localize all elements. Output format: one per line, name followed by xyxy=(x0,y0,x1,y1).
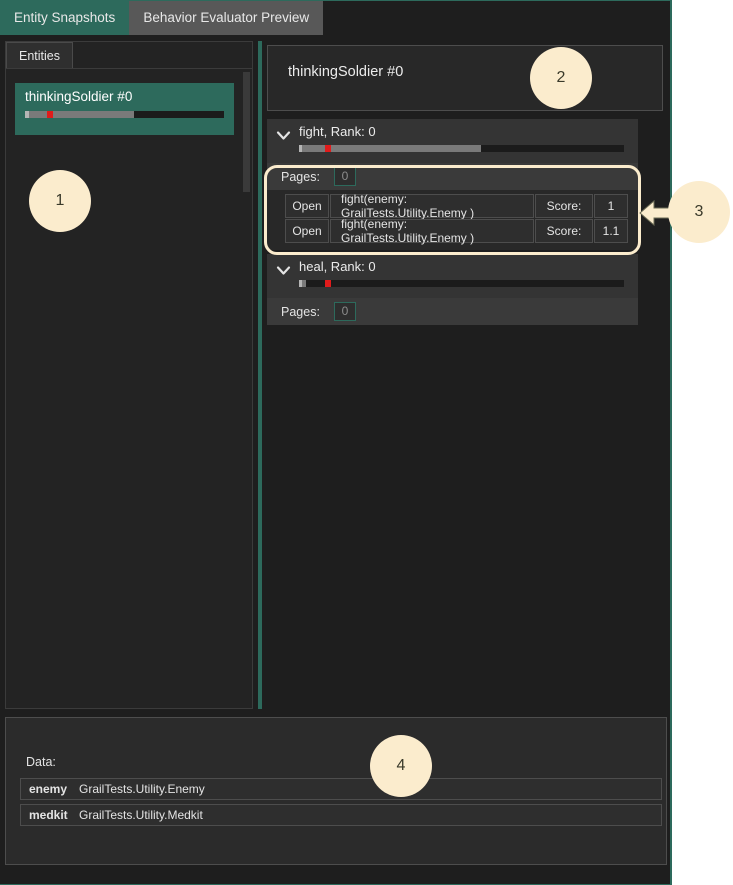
callout-badge-2: 2 xyxy=(530,47,592,109)
timeline-fill xyxy=(302,280,306,287)
table-row: Open fight(enemy: GrailTests.Utility.Ene… xyxy=(285,192,628,220)
behavior-section-fight-title: fight, Rank: 0 xyxy=(299,124,376,139)
entities-pane: Entities thinkingSoldier #0 xyxy=(5,41,253,709)
entities-scrollbar[interactable] xyxy=(242,70,251,708)
entity-detail-pane: thinkingSoldier #0 fight, Rank: 0 Pages:… xyxy=(258,41,667,709)
entity-list-item-thinkingsoldier-0[interactable]: thinkingSoldier #0 xyxy=(15,83,234,135)
pages-input[interactable]: 0 xyxy=(333,302,356,321)
data-value: GrailTests.Utility.Medkit xyxy=(79,808,203,822)
score-value: 1 xyxy=(594,194,628,218)
page-title: thinkingSoldier #0 xyxy=(288,64,404,80)
callout-badge-4: 4 xyxy=(370,735,432,797)
tab-entity-snapshots[interactable]: Entity Snapshots xyxy=(0,1,130,35)
behavior-section-fight-header[interactable]: fight, Rank: 0 xyxy=(267,119,638,163)
callout-badge-2-label: 2 xyxy=(556,69,566,86)
behavior-debugger-window: Entity Snapshots Behavior Evaluator Prev… xyxy=(0,0,672,885)
chevron-down-icon[interactable] xyxy=(275,127,292,144)
timeline-fill xyxy=(28,111,135,118)
score-label: Score: xyxy=(535,219,593,243)
behavior-section-heal-title: heal, Rank: 0 xyxy=(299,259,376,274)
score-label: Score: xyxy=(535,194,593,218)
entity-list-item-label: thinkingSoldier #0 xyxy=(25,89,133,104)
behavior-section-fight: fight, Rank: 0 Pages: 0 Open fight(enemy… xyxy=(267,119,638,250)
behavior-section-heal: heal, Rank: 0 Pages: 0 xyxy=(267,254,638,325)
data-key: medkit xyxy=(29,808,68,822)
entities-subtab-row: Entities xyxy=(6,42,252,69)
pages-input[interactable]: 0 xyxy=(333,167,356,186)
entity-detail-header: thinkingSoldier #0 xyxy=(267,45,663,111)
timeline-marker[interactable] xyxy=(325,280,331,287)
callout-badge-1-label: 1 xyxy=(55,192,65,209)
callout-badge-1: 1 xyxy=(29,170,91,232)
timeline-marker[interactable] xyxy=(325,145,331,152)
data-pane-label: Data: xyxy=(26,755,56,769)
table-row: Open fight(enemy: GrailTests.Utility.Ene… xyxy=(285,217,628,245)
timeline-marker[interactable] xyxy=(46,111,53,118)
behavior-section-fight-body: Pages: 0 Open fight(enemy: GrailTests.Ut… xyxy=(267,163,638,250)
callout-badge-4-label: 4 xyxy=(396,757,406,774)
action-signature: fight(enemy: GrailTests.Utility.Enemy ) xyxy=(330,217,534,245)
action-signature: fight(enemy: GrailTests.Utility.Enemy ) xyxy=(330,192,534,220)
callout-badge-3-label: 3 xyxy=(694,203,704,220)
behavior-section-heal-timeline[interactable] xyxy=(299,280,624,287)
open-button[interactable]: Open xyxy=(285,219,329,243)
main-tabstrip: Entity Snapshots Behavior Evaluator Prev… xyxy=(0,1,670,37)
data-pane: Data: enemy GrailTests.Utility.Enemy med… xyxy=(5,717,667,865)
score-value: 1.1 xyxy=(594,219,628,243)
pages-label: Pages: xyxy=(281,169,320,184)
pages-row-heal: Pages: 0 xyxy=(267,298,638,325)
pages-row-fight: Pages: 0 xyxy=(267,163,638,190)
open-button[interactable]: Open xyxy=(285,194,329,218)
behavior-section-heal-header[interactable]: heal, Rank: 0 xyxy=(267,254,638,298)
callout-badge-3: 3 xyxy=(668,181,730,243)
pages-label: Pages: xyxy=(281,304,320,319)
chevron-down-icon[interactable] xyxy=(275,262,292,279)
subtab-entities[interactable]: Entities xyxy=(6,42,73,68)
entities-scrollbar-thumb[interactable] xyxy=(243,72,250,192)
list-item: medkit GrailTests.Utility.Medkit xyxy=(20,804,662,826)
entity-timeline-bar[interactable] xyxy=(25,111,224,118)
data-key: enemy xyxy=(29,782,68,796)
data-value: GrailTests.Utility.Enemy xyxy=(79,782,205,796)
list-item: enemy GrailTests.Utility.Enemy xyxy=(20,778,662,800)
tab-behavior-evaluator-preview[interactable]: Behavior Evaluator Preview xyxy=(129,1,324,35)
behavior-section-heal-body: Pages: 0 xyxy=(267,298,638,325)
behavior-section-fight-timeline[interactable] xyxy=(299,145,624,152)
